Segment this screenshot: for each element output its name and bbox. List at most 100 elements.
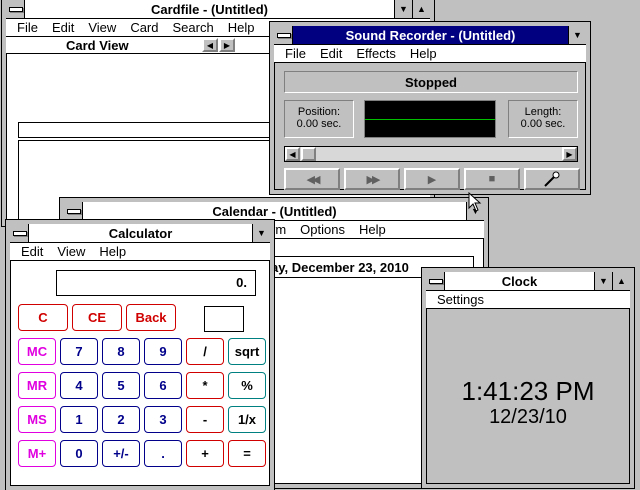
decimal-button[interactable]: .: [144, 440, 182, 467]
sound-recorder-window: Sound Recorder - (Untitled) ▼ File Edit …: [269, 21, 591, 195]
maximize-icon[interactable]: ▲: [412, 0, 430, 18]
record-icon[interactable]: [524, 168, 580, 190]
divide-button[interactable]: /: [186, 338, 224, 365]
scroll-left-icon[interactable]: ◀: [285, 147, 300, 161]
clock-titlebar[interactable]: Clock ▼ ▲: [426, 272, 630, 291]
memory-indicator: [204, 306, 244, 332]
sound-recorder-title: Sound Recorder - (Untitled): [345, 27, 516, 43]
system-menu-icon[interactable]: [6, 0, 25, 18]
calculator-title: Calculator: [108, 225, 173, 241]
reciprocal-button[interactable]: 1/x: [228, 406, 266, 433]
menu-card[interactable]: Card: [123, 20, 165, 35]
negate-button[interactable]: +/-: [102, 440, 140, 467]
menu-help[interactable]: Help: [352, 222, 393, 237]
sqrt-button[interactable]: sqrt: [228, 338, 266, 365]
length-value: 0.00 sec.: [520, 118, 566, 130]
ms-button[interactable]: MS: [18, 406, 56, 433]
minimize-icon[interactable]: ▼: [568, 26, 586, 44]
m-plus-button[interactable]: M+: [18, 440, 56, 467]
length-panel: Length: 0.00 sec.: [508, 100, 578, 138]
menu-help[interactable]: Help: [403, 46, 444, 61]
multiply-button[interactable]: *: [186, 372, 224, 399]
mr-button[interactable]: MR: [18, 372, 56, 399]
minimize-icon[interactable]: ▼: [594, 272, 612, 290]
system-menu-icon[interactable]: [426, 272, 445, 290]
clear-button[interactable]: C: [18, 304, 68, 331]
minimize-icon[interactable]: ▼: [252, 224, 270, 242]
menu-edit[interactable]: Edit: [45, 20, 81, 35]
status-panel: Stopped: [284, 71, 578, 93]
position-panel: Position: 0.00 sec.: [284, 100, 354, 138]
menu-file[interactable]: File: [278, 46, 313, 61]
waveform-display: [364, 100, 496, 138]
left-arrow-icon[interactable]: ◀: [202, 38, 218, 52]
calculator-titlebar[interactable]: Calculator ▼: [10, 224, 270, 243]
menu-view[interactable]: View: [81, 20, 123, 35]
menu-edit[interactable]: Edit: [313, 46, 349, 61]
digit-6-button[interactable]: 6: [144, 372, 182, 399]
digit-1-button[interactable]: 1: [60, 406, 98, 433]
digit-2-button[interactable]: 2: [102, 406, 140, 433]
mc-button[interactable]: MC: [18, 338, 56, 365]
calculator-menubar: Edit View Help: [10, 243, 270, 261]
menu-settings[interactable]: Settings: [430, 292, 491, 307]
calculator-window: Calculator ▼ Edit View Help 0. C CE Back…: [5, 219, 275, 490]
digit-7-button[interactable]: 7: [60, 338, 98, 365]
waveform-line: [365, 119, 495, 120]
calendar-date: ay, December 23, 2010: [271, 260, 409, 275]
sound-recorder-titlebar[interactable]: Sound Recorder - (Untitled) ▼: [274, 26, 586, 45]
subtract-button[interactable]: -: [186, 406, 224, 433]
digit-3-button[interactable]: 3: [144, 406, 182, 433]
rewind-icon[interactable]: ◀◀: [284, 168, 340, 190]
menu-file[interactable]: File: [10, 20, 45, 35]
clock-time: 1:41:23 PM: [461, 376, 595, 406]
length-label: Length:: [524, 106, 562, 118]
play-icon[interactable]: ▶: [404, 168, 460, 190]
calendar-titlebar[interactable]: Calendar - (Untitled) ▼: [64, 202, 484, 221]
clear-entry-button[interactable]: CE: [72, 304, 122, 331]
stop-icon[interactable]: ■: [464, 168, 520, 190]
scroll-right-icon[interactable]: ▶: [562, 147, 577, 161]
digit-5-button[interactable]: 5: [102, 372, 140, 399]
equals-button[interactable]: =: [228, 440, 266, 467]
calculator-display-value: 0.: [236, 275, 247, 290]
system-menu-icon[interactable]: [64, 202, 83, 220]
fast-forward-icon[interactable]: ▶▶: [344, 168, 400, 190]
menu-help[interactable]: Help: [221, 20, 262, 35]
status-text: Stopped: [405, 74, 457, 90]
system-menu-icon[interactable]: [274, 26, 293, 44]
menu-help[interactable]: Help: [92, 244, 133, 259]
menu-view[interactable]: View: [50, 244, 92, 259]
percent-button[interactable]: %: [228, 372, 266, 399]
microphone-icon: [544, 171, 560, 187]
clock-window: Clock ▼ ▲ Settings 1:41:23 PM 12/23/10: [421, 267, 635, 489]
backspace-button[interactable]: Back: [126, 304, 176, 331]
calendar-title: Calendar - (Untitled): [212, 203, 337, 219]
position-label: Position:: [297, 106, 341, 118]
digit-8-button[interactable]: 8: [102, 338, 140, 365]
scroll-thumb[interactable]: [301, 147, 316, 161]
menu-edit[interactable]: Edit: [14, 244, 50, 259]
clock-date: 12/23/10: [489, 406, 567, 428]
cardfile-titlebar[interactable]: Cardfile - (Untitled) ▼ ▲: [6, 0, 430, 19]
sound-recorder-menubar: File Edit Effects Help: [274, 45, 586, 63]
cardfile-title: Cardfile - (Untitled): [151, 1, 268, 17]
digit-4-button[interactable]: 4: [60, 372, 98, 399]
clock-title: Clock: [501, 273, 538, 289]
digit-9-button[interactable]: 9: [144, 338, 182, 365]
position-scrollbar[interactable]: ◀ ▶: [284, 146, 578, 162]
menu-search[interactable]: Search: [166, 20, 221, 35]
clock-menubar: Settings: [426, 291, 630, 309]
digit-0-button[interactable]: 0: [60, 440, 98, 467]
right-arrow-icon[interactable]: ▶: [219, 38, 235, 52]
position-value: 0.00 sec.: [296, 118, 342, 130]
system-menu-icon[interactable]: [10, 224, 29, 242]
minimize-icon[interactable]: ▼: [394, 0, 412, 18]
calculator-display: 0.: [56, 270, 256, 296]
card-view-label: Card View: [66, 38, 129, 53]
mouse-cursor-icon: [468, 192, 482, 212]
menu-effects[interactable]: Effects: [349, 46, 403, 61]
maximize-icon[interactable]: ▲: [612, 272, 630, 290]
add-button[interactable]: +: [186, 440, 224, 467]
menu-options[interactable]: Options: [293, 222, 352, 237]
